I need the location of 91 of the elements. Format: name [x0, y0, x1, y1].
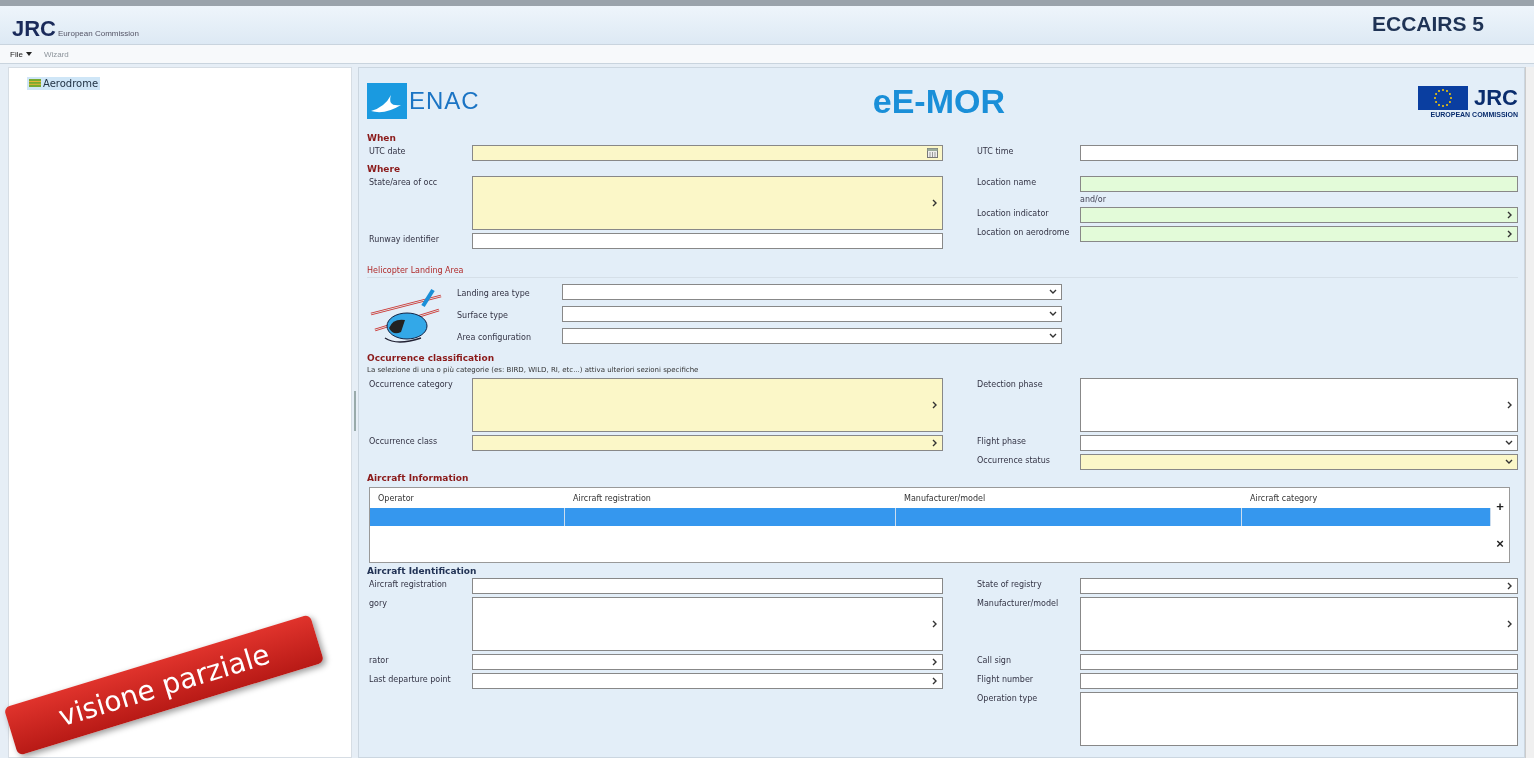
input-field[interactable]	[472, 673, 943, 689]
field-label: rator	[368, 655, 390, 667]
field-label: Occurrence status	[976, 455, 1051, 467]
input-field[interactable]	[1080, 378, 1518, 432]
column-header: Manufacturer/model	[903, 493, 987, 503]
input-field[interactable]	[472, 597, 943, 651]
input-field[interactable]	[1080, 435, 1518, 451]
organization-name: European Commission	[58, 29, 139, 38]
input-field[interactable]	[472, 145, 943, 161]
chevron-down-icon	[1049, 333, 1057, 339]
field-label: Call sign	[976, 655, 1012, 667]
input-field[interactable]	[472, 378, 943, 432]
field-label: Location name	[976, 177, 1038, 189]
field-label: State/area of occ	[368, 177, 439, 189]
select-field[interactable]	[562, 328, 1062, 344]
chevron-right-icon	[1507, 211, 1513, 219]
chevron-down-icon	[1505, 440, 1513, 446]
field-label: Flight number	[976, 674, 1035, 686]
column-header: Aircraft category	[1249, 493, 1319, 503]
chevron-right-icon	[1507, 230, 1513, 238]
field-label: Flight phase	[976, 436, 1027, 448]
chevron-right-icon	[932, 658, 938, 666]
field-label: Location indicator	[976, 208, 1050, 220]
input-field[interactable]	[1080, 226, 1518, 242]
field-label: Occurrence category	[368, 379, 454, 391]
input-field[interactable]	[472, 435, 943, 451]
field-label: Runway identifier	[368, 234, 440, 246]
chevron-down-icon	[1505, 459, 1513, 465]
section-title: Aircraft Information	[367, 473, 470, 483]
chevron-right-icon	[1507, 401, 1513, 409]
chevron-down-icon	[1049, 289, 1057, 295]
field-label: Location on aerodrome	[976, 227, 1071, 239]
field-label: State of registry	[976, 579, 1043, 591]
input-field[interactable]	[1080, 145, 1518, 161]
field-label: Operation type	[976, 693, 1039, 705]
field-label: UTC time	[976, 146, 1015, 158]
input-field[interactable]	[1080, 673, 1518, 689]
swoosh-logo-icon	[367, 83, 407, 119]
table-icon	[29, 79, 41, 87]
input-field[interactable]	[1080, 692, 1518, 746]
form-title: eE-MOR	[872, 81, 1005, 121]
chevron-down-icon	[1049, 311, 1057, 317]
product-name: ECCAIRS 5	[1371, 12, 1484, 36]
chevron-right-icon	[1507, 582, 1513, 590]
section-title: Occurrence classification	[367, 353, 496, 363]
input-field[interactable]	[1080, 176, 1518, 192]
hint-text: and/or	[1079, 195, 1107, 204]
input-field[interactable]	[1080, 578, 1518, 594]
logo-text: JRC	[12, 16, 56, 42]
column-header: Operator	[377, 493, 415, 503]
input-field[interactable]	[472, 654, 943, 670]
input-field[interactable]	[1080, 597, 1518, 651]
section-title: When	[367, 133, 397, 143]
field-label: Surface type	[457, 310, 509, 322]
chevron-right-icon	[932, 677, 938, 685]
field-label: Manufacturer/model	[976, 598, 1060, 610]
remove-button[interactable]: ×	[1496, 536, 1504, 551]
flag-icon	[1418, 85, 1468, 110]
field-label: Occurrence class	[368, 436, 439, 448]
select-field[interactable]	[562, 306, 1062, 322]
column-header: Aircraft registration	[572, 493, 652, 503]
chevron-right-icon	[1507, 620, 1513, 628]
input-field[interactable]	[1080, 654, 1518, 670]
input-field[interactable]	[472, 233, 943, 249]
menu-item[interactable]: File	[10, 49, 32, 59]
calendar-icon	[927, 148, 938, 158]
brand-text: ENAC	[409, 87, 480, 115]
field-label: Landing area type	[457, 288, 531, 300]
input-field[interactable]	[1080, 454, 1518, 470]
field-label: Aircraft registration	[368, 579, 448, 591]
section-title: Helicopter Landing Area	[367, 266, 465, 275]
field-label: UTC date	[368, 146, 407, 158]
field-label: gory	[368, 598, 388, 610]
chevron-right-icon	[932, 199, 938, 207]
input-field[interactable]	[472, 578, 943, 594]
add-button[interactable]: +	[1496, 499, 1504, 514]
field-label: Last departure point	[368, 674, 452, 686]
field-label: Detection phase	[976, 379, 1044, 391]
input-field[interactable]	[472, 176, 943, 230]
scrollbar[interactable]	[1525, 67, 1534, 758]
caret-down-icon	[25, 52, 32, 56]
chevron-right-icon	[932, 620, 938, 628]
brand-text: JRC	[1474, 84, 1518, 111]
tree-item[interactable]: Aerodrome	[27, 76, 101, 90]
field-label: Area configuration	[457, 332, 533, 344]
select-field[interactable]	[562, 284, 1062, 300]
input-field[interactable]	[1080, 207, 1518, 223]
chevron-right-icon	[932, 401, 938, 409]
section-title: Aircraft Identification	[367, 566, 478, 576]
section-title: Where	[367, 164, 401, 174]
chevron-right-icon	[932, 439, 938, 447]
